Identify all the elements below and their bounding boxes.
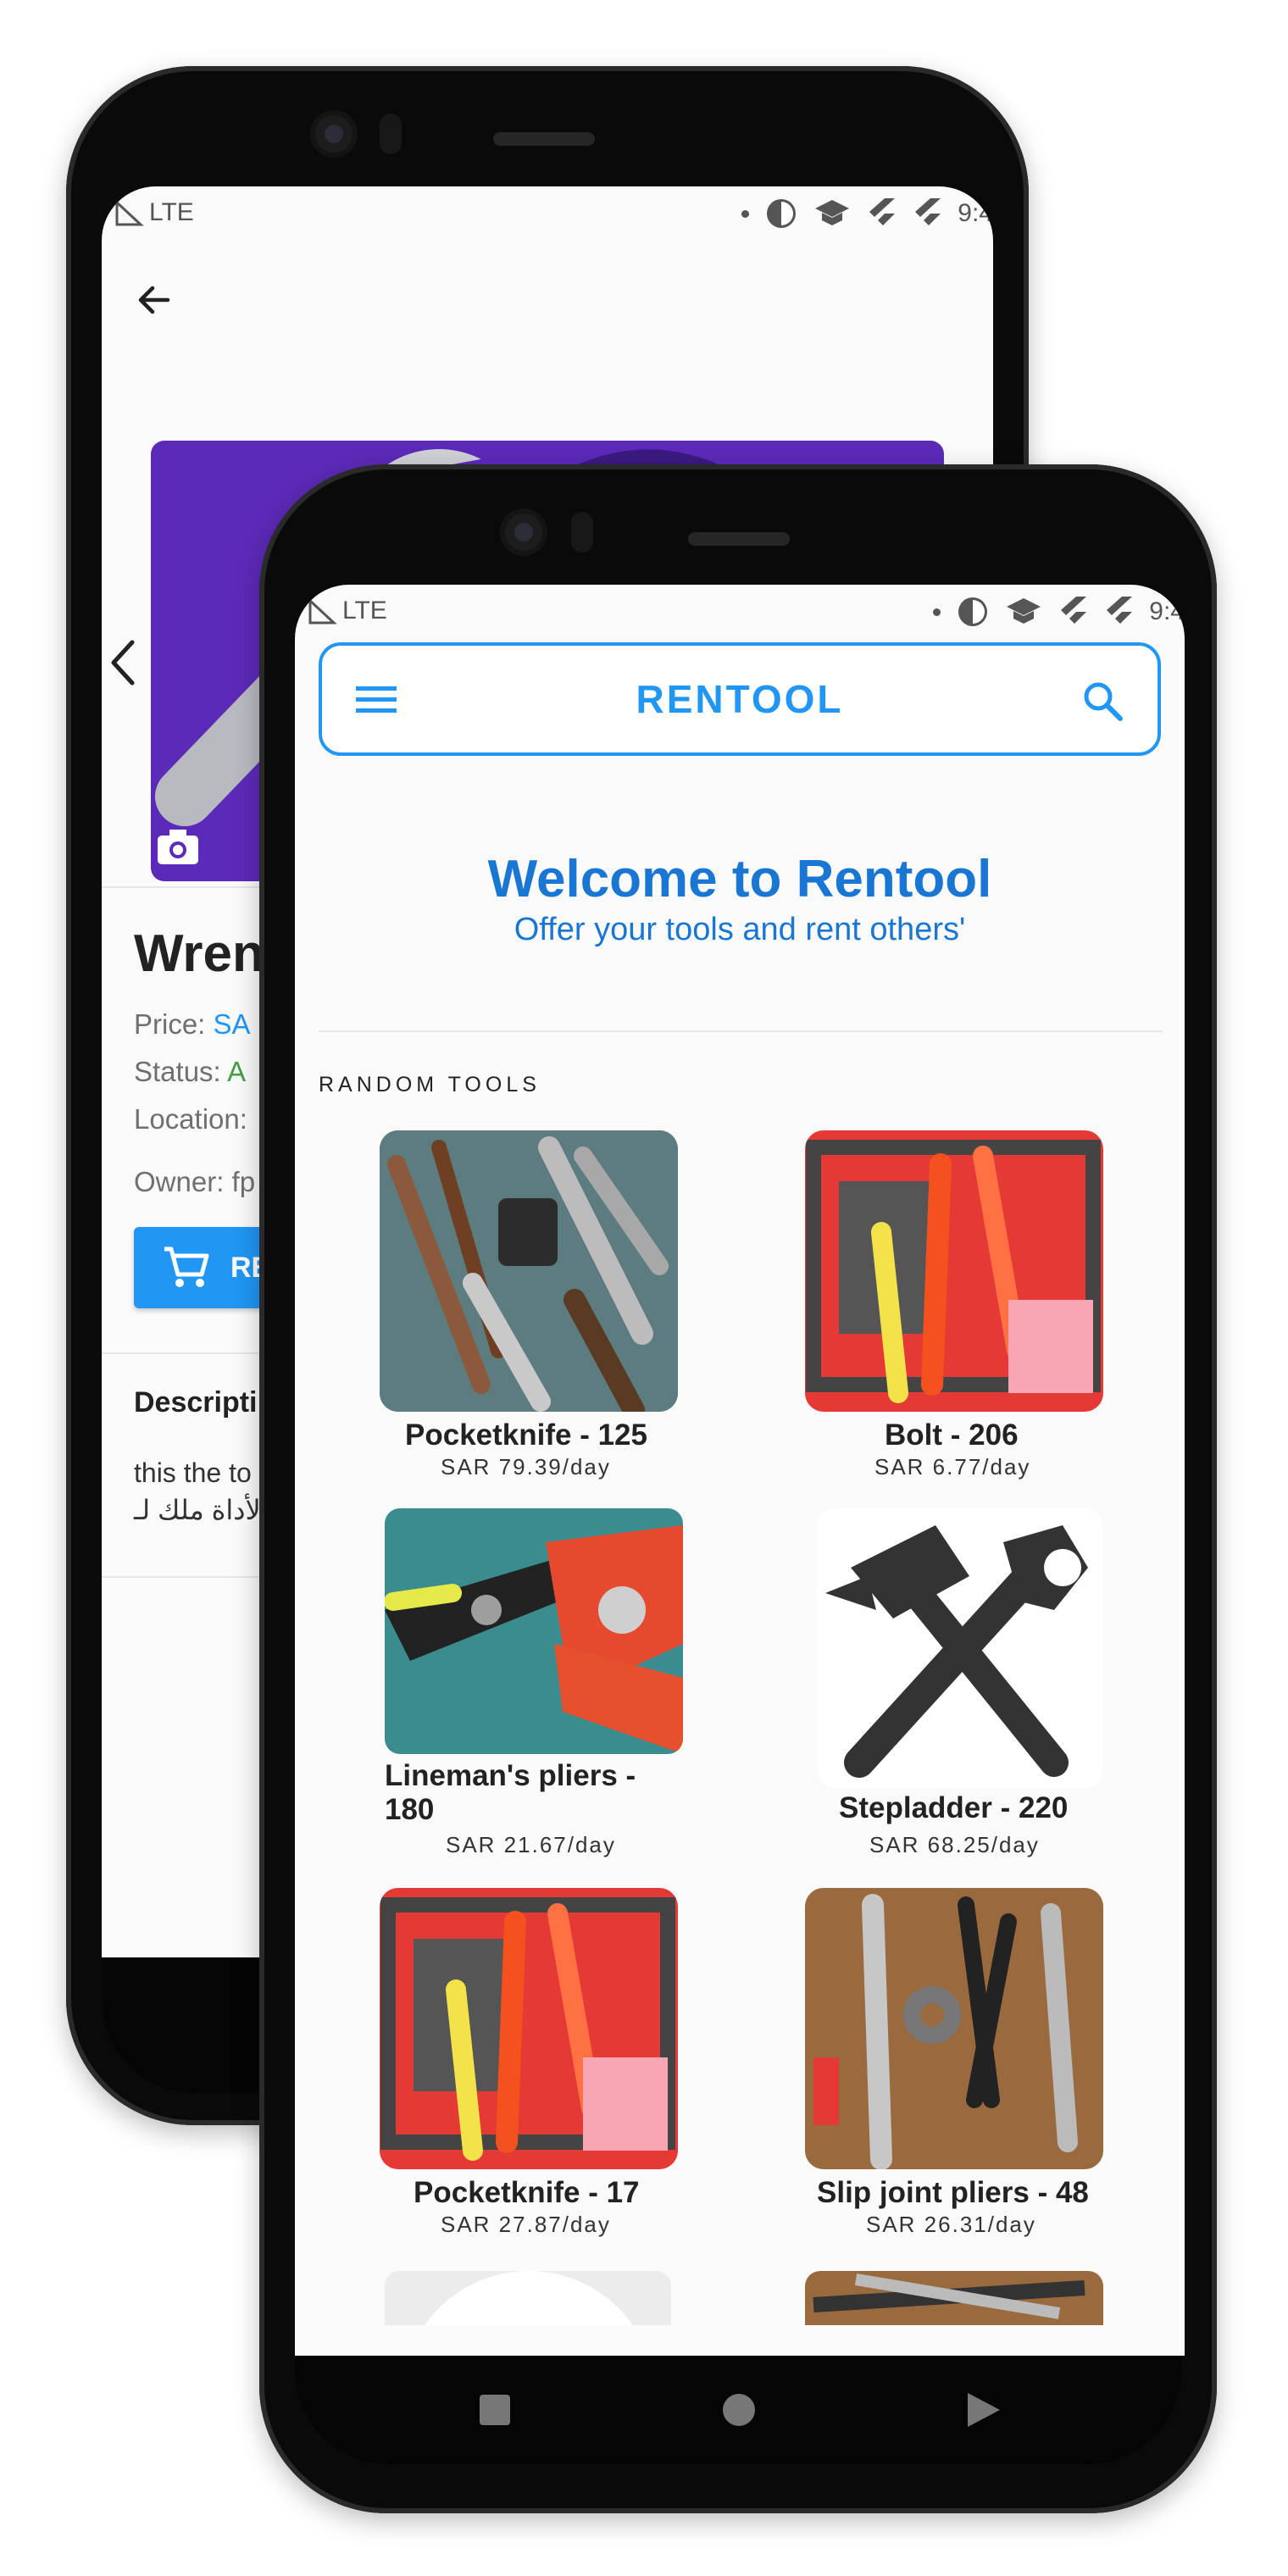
front-phone: LTE 9:4 RENTOOL Welcome to Rentool Offer…: [259, 464, 1217, 2513]
time-label: 9:4: [958, 199, 993, 227]
tool-thumbnail: [805, 1130, 1103, 1412]
tool-title: Wren: [134, 924, 264, 983]
notification-dot: [741, 209, 750, 218]
signal-icon: [308, 597, 337, 625]
flutter-icon: [1061, 597, 1087, 624]
square-icon[interactable]: [478, 2393, 512, 2427]
tool-name: Stepladder - 220: [839, 1791, 1069, 1824]
school-icon: [1007, 598, 1041, 624]
nav-bar: [295, 2356, 1181, 2464]
tool-price: SAR 27.87/day: [441, 2212, 611, 2237]
tool-thumbnail-partial[interactable]: [805, 2271, 1103, 2325]
tool-card[interactable]: Bolt - 206 SAR 6.77/day: [805, 1130, 1185, 1486]
owner-line: Owner: fp: [134, 1166, 255, 1198]
welcome-subtitle: Offer your tools and rent others': [514, 912, 966, 947]
tool-thumbnail: [817, 1508, 1103, 1788]
price-label: Price:: [134, 1008, 206, 1040]
section-label: RANDOM TOOLS: [319, 1073, 541, 1096]
welcome-title: Welcome to Rentool: [487, 850, 992, 908]
tool-thumbnail-partial[interactable]: [385, 2271, 671, 2325]
privacy-icon: [958, 597, 988, 626]
tool-price: SAR 6.77/day: [874, 1454, 1031, 1480]
status-bar: LTE 9:4: [102, 186, 993, 241]
tool-name: Lineman's pliers - 180: [385, 1759, 664, 1827]
tool-price: SAR 79.39/day: [441, 1454, 611, 1480]
tool-thumbnail: [805, 1888, 1103, 2169]
tool-name: Pocketknife - 125: [405, 1418, 647, 1452]
school-icon: [815, 200, 850, 225]
proximity-sensor: [380, 114, 402, 154]
proximity-sensor: [571, 512, 593, 552]
front-screen: LTE 9:4 RENTOOL Welcome to Rentool Offer…: [295, 585, 1185, 2356]
tool-thumbnail: [385, 1508, 683, 1754]
toolbox-image-icon: [805, 1130, 1103, 1412]
tool-card[interactable]: Slip joint pliers - 48 SAR 26.31/day: [805, 1888, 1185, 2244]
front-camera: [500, 508, 547, 556]
earpiece-speaker: [688, 532, 790, 546]
description-title: Descripti: [134, 1386, 258, 1418]
owner-value: fp: [231, 1166, 256, 1197]
flutter-icon: [869, 198, 896, 225]
tool-price: SAR 21.67/day: [446, 1832, 616, 1857]
tool-thumbnail: [380, 1130, 678, 1412]
app-bar: RENTOOL: [319, 642, 1161, 756]
triangle-icon[interactable]: [964, 2391, 1002, 2429]
tools-image-icon: [805, 1888, 1103, 2169]
arrow-left-icon[interactable]: [132, 278, 176, 322]
pliers-image-icon: [385, 1508, 683, 1754]
tool-price: SAR 26.31/day: [866, 2212, 1036, 2237]
hammer-wrench-icon: [825, 1525, 1088, 1778]
chevron-left-icon[interactable]: [103, 636, 144, 690]
description-line2: لأداة ملك لـ: [134, 1495, 261, 1525]
description-line1: this the to: [134, 1457, 252, 1488]
circle-icon[interactable]: [722, 2393, 756, 2427]
earpiece-speaker: [493, 132, 595, 146]
flutter-icon-2: [915, 198, 941, 225]
signal-icon: [115, 199, 144, 226]
search-icon[interactable]: [1081, 680, 1125, 724]
tool-thumbnail: [380, 1888, 678, 2169]
time-label: 9:4: [1149, 597, 1185, 625]
cart-icon: [164, 1246, 209, 1287]
tool-card[interactable]: Stepladder - 220 SAR 68.25/day: [817, 1508, 1185, 1864]
tool-card[interactable]: Pocketknife - 125 SAR 79.39/day: [380, 1130, 786, 1486]
camera-icon[interactable]: [156, 827, 200, 866]
notification-dot: [933, 608, 941, 616]
owner-label: Owner:: [134, 1166, 225, 1197]
toolbox-image-icon: [380, 1888, 678, 2169]
tools-image-icon: [380, 1130, 678, 1412]
network-label: LTE: [149, 198, 194, 226]
tool-name-text: Lineman's pliers - 180: [385, 1759, 636, 1826]
status-bar: LTE 9:4: [295, 585, 1185, 639]
privacy-icon: [767, 199, 797, 228]
location-label: Location:: [134, 1103, 247, 1135]
divider: [319, 1030, 1163, 1032]
status-line: Status: A: [134, 1056, 246, 1088]
network-label: LTE: [342, 597, 387, 625]
flutter-icon-2: [1107, 597, 1133, 624]
tools-image-icon: [813, 2273, 1085, 2319]
app-title: RENTOOL: [636, 677, 844, 721]
status-label: Status:: [134, 1056, 221, 1087]
price-value: SA: [213, 1008, 251, 1040]
location-line: Location:: [134, 1103, 247, 1135]
content-fade: [295, 2325, 1185, 2356]
tool-name: Bolt - 206: [885, 1418, 1019, 1452]
tool-name: Pocketknife - 17: [414, 2176, 640, 2209]
tool-card[interactable]: Lineman's pliers - 180 SAR 21.67/day: [385, 1508, 791, 1864]
tool-card[interactable]: Pocketknife - 17 SAR 27.87/day: [380, 1888, 786, 2244]
front-camera: [310, 110, 358, 158]
tool-price: SAR 68.25/day: [869, 1832, 1040, 1857]
status-value: A: [227, 1056, 247, 1087]
tool-name: Slip joint pliers - 48: [817, 2176, 1089, 2209]
price-line: Price: SA: [134, 1008, 251, 1041]
